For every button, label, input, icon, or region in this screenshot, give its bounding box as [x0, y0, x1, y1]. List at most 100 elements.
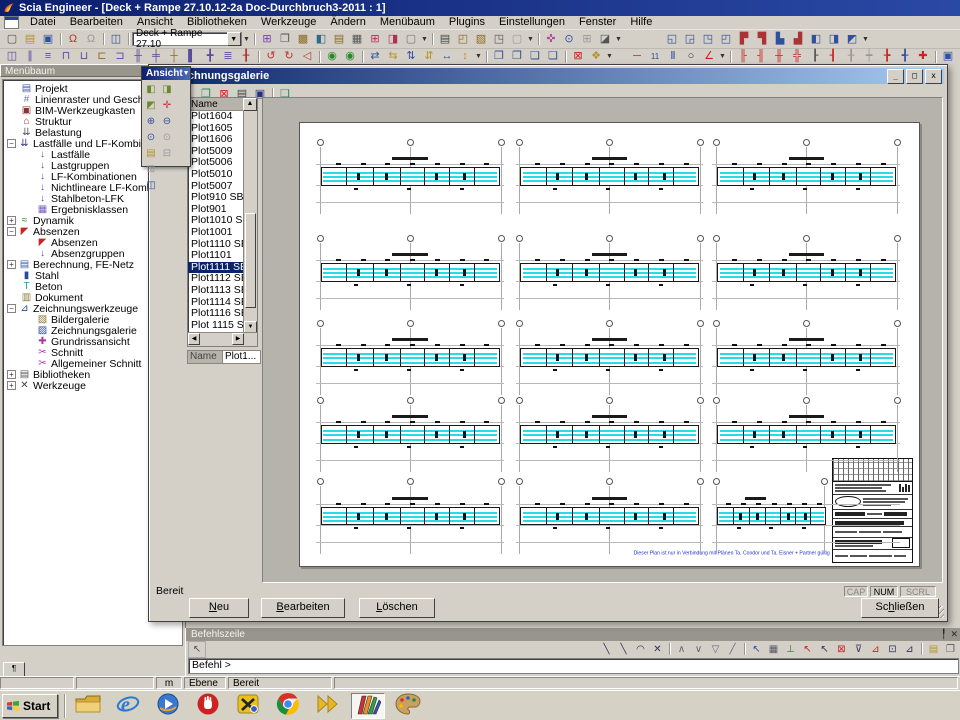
open-view-icon[interactable]: ▤ — [143, 146, 159, 162]
link-icon[interactable]: ✜ — [542, 31, 560, 48]
collapse-icon[interactable]: − — [7, 304, 16, 313]
delete-tool-icon[interactable]: ⊠ — [569, 48, 587, 65]
modify-2-icon[interactable]: ↻ — [280, 48, 298, 65]
member-tool-6-icon[interactable]: ⊏ — [93, 48, 111, 65]
list-item[interactable]: Plot1101 — [188, 250, 244, 262]
snap-list-icon[interactable]: ❐ — [942, 642, 959, 658]
list-item[interactable]: Plot1001 — [188, 227, 244, 239]
axis-icon[interactable]: ✛ — [159, 98, 175, 114]
snap-grid-icon[interactable]: ▦ — [765, 642, 782, 658]
win-arrange-6-icon[interactable]: ▜ — [753, 31, 771, 48]
snap-end-icon[interactable]: ↖ — [799, 642, 816, 658]
menu-item-bearbeiten[interactable]: Bearbeiten — [63, 16, 130, 29]
rebar-8-icon[interactable]: ┿ — [860, 48, 878, 65]
child-window-icon[interactable] — [4, 16, 19, 29]
scroll-right-icon[interactable]: ▶ — [232, 333, 244, 345]
move-3-icon[interactable]: ⇅ — [402, 48, 420, 65]
scroll-left-icon[interactable]: ◀ — [188, 333, 200, 345]
list-item[interactable]: Plot1113 SB — [188, 285, 244, 297]
command-input[interactable]: Befehl > — [188, 658, 959, 674]
schliessen-button[interactable]: Schließen — [861, 598, 939, 618]
rebar-2-icon[interactable]: ╢ — [752, 48, 770, 65]
win-arrange-4-icon[interactable]: ◰ — [717, 31, 735, 48]
cascade-4-icon[interactable]: ❏ — [544, 48, 562, 65]
move-5-icon[interactable]: ↔ — [438, 48, 456, 65]
member-tool-2-icon[interactable]: ∥ — [21, 48, 39, 65]
list-item[interactable]: Plot 1115 SB — [188, 320, 244, 332]
zoom-selection-icon[interactable]: ⊙ — [159, 130, 175, 146]
dropdown-arrow-icon[interactable]: ▼ — [614, 32, 623, 46]
rebar-10-icon[interactable]: ╉ — [896, 48, 914, 65]
bearbeiten-button[interactable]: Bearbeiten — [261, 598, 345, 618]
menu-item-fenster[interactable]: Fenster — [572, 16, 623, 29]
taskbar-item-media-player[interactable] — [151, 693, 185, 719]
zoom-in-icon[interactable]: ⊕ — [143, 114, 159, 130]
win-arrange-7-icon[interactable]: ▙ — [771, 31, 789, 48]
snap-cross-icon[interactable]: ✕ — [649, 642, 666, 658]
tool-doc-icon[interactable]: ▢ — [402, 31, 420, 48]
win-arrange-9-icon[interactable]: ◧ — [807, 31, 825, 48]
drawing-list-header[interactable]: Name ▲ — [188, 98, 257, 111]
member-tool-8-icon[interactable]: ╫ — [129, 48, 147, 65]
close-button[interactable]: x — [925, 69, 942, 84]
view-z-icon[interactable]: ◩ — [143, 98, 159, 114]
expand-icon[interactable]: + — [7, 260, 16, 269]
rebar-5-icon[interactable]: ┠ — [806, 48, 824, 65]
tool-box-icon[interactable]: ▩ — [294, 31, 312, 48]
cascade-3-icon[interactable]: ❏ — [526, 48, 544, 65]
member-tool-1-icon[interactable]: ◫ — [3, 48, 21, 65]
snap-cursor-icon[interactable]: ↖ — [748, 642, 765, 658]
rebar-11-icon[interactable]: ✚ — [914, 48, 932, 65]
minimize-button[interactable]: _ — [887, 69, 904, 84]
member-tool-13-icon[interactable]: ≣ — [219, 48, 237, 65]
member-tool-5-icon[interactable]: ⊔ — [75, 48, 93, 65]
print-preview-icon[interactable]: ◰ — [454, 31, 472, 48]
expand-icon[interactable]: + — [7, 370, 16, 379]
taskbar-item-paint-palette[interactable] — [391, 693, 425, 719]
dropdown-arrow-icon[interactable]: ▼ — [242, 32, 251, 46]
dropdown-arrow-icon[interactable]: ▼ — [718, 50, 727, 64]
viewport-icon[interactable]: ◫ — [107, 31, 125, 48]
menu-item-ndern[interactable]: Ändern — [323, 16, 372, 29]
view-x-icon[interactable]: ◧ — [143, 82, 159, 98]
close-panel-icon[interactable]: ✕ — [950, 628, 958, 641]
menu-item-einstellungen[interactable]: Einstellungen — [492, 16, 572, 29]
bracket-tool-icon[interactable]: Ⅱ — [664, 48, 682, 65]
taskbar-item-red-hand[interactable] — [191, 693, 225, 719]
sort-asc-icon[interactable]: ▲ — [243, 98, 257, 111]
dialog-titlebar[interactable]: Zeichnungsgalerie _□x — [152, 68, 944, 84]
rebar-3-icon[interactable]: ╫ — [770, 48, 788, 65]
document-icon[interactable]: ◳ — [490, 31, 508, 48]
mark-tool-icon[interactable]: ❖ — [587, 48, 605, 65]
circle-tool-icon[interactable]: ○ — [682, 48, 700, 65]
modify-3-icon[interactable]: ◁ — [298, 48, 316, 65]
modify-1-icon[interactable]: ↺ — [262, 48, 280, 65]
member-tool-11-icon[interactable]: ▌ — [183, 48, 201, 65]
rebar-7-icon[interactable]: ╂ — [842, 48, 860, 65]
snap-line-2-icon[interactable]: ╲ — [615, 642, 632, 658]
snap-vertex-icon[interactable]: ∨ — [690, 642, 707, 658]
neu-button[interactable]: Neu — [189, 598, 249, 618]
connect-2-icon[interactable]: ◉ — [341, 48, 359, 65]
member-tool-4-icon[interactable]: ⊓ — [57, 48, 75, 65]
new-icon[interactable]: ▢ — [3, 31, 21, 48]
snap-center-icon[interactable]: ⊡ — [884, 642, 901, 658]
snap-line-icon[interactable]: ╲ — [598, 642, 615, 658]
angle-tool-icon[interactable]: ∠ — [700, 48, 718, 65]
zoom-all-icon[interactable]: ⊙ — [143, 130, 159, 146]
tool-mesh-icon[interactable]: ▦ — [348, 31, 366, 48]
snap-peak-icon[interactable]: ∧ — [673, 642, 690, 658]
win-arrange-2-icon[interactable]: ◲ — [681, 31, 699, 48]
report-icon[interactable]: ▢ — [508, 31, 526, 48]
pin-panel-icon[interactable]: ╿ — [941, 628, 946, 641]
menu-item-plugins[interactable]: Plugins — [442, 16, 492, 29]
win-arrange-8-icon[interactable]: ▟ — [789, 31, 807, 48]
member-tool-9-icon[interactable]: ╪ — [147, 48, 165, 65]
taskbar-item-chrome[interactable] — [271, 693, 305, 719]
taskbar-item-yellow-arrows[interactable] — [311, 693, 345, 719]
redo-icon[interactable]: Ω — [82, 31, 100, 48]
cascade-1-icon[interactable]: ❐ — [490, 48, 508, 65]
collapse-icon[interactable]: − — [7, 227, 16, 236]
export-1-icon[interactable]: ▣ — [939, 48, 957, 65]
loeschen-button[interactable]: Löschen — [359, 598, 435, 618]
